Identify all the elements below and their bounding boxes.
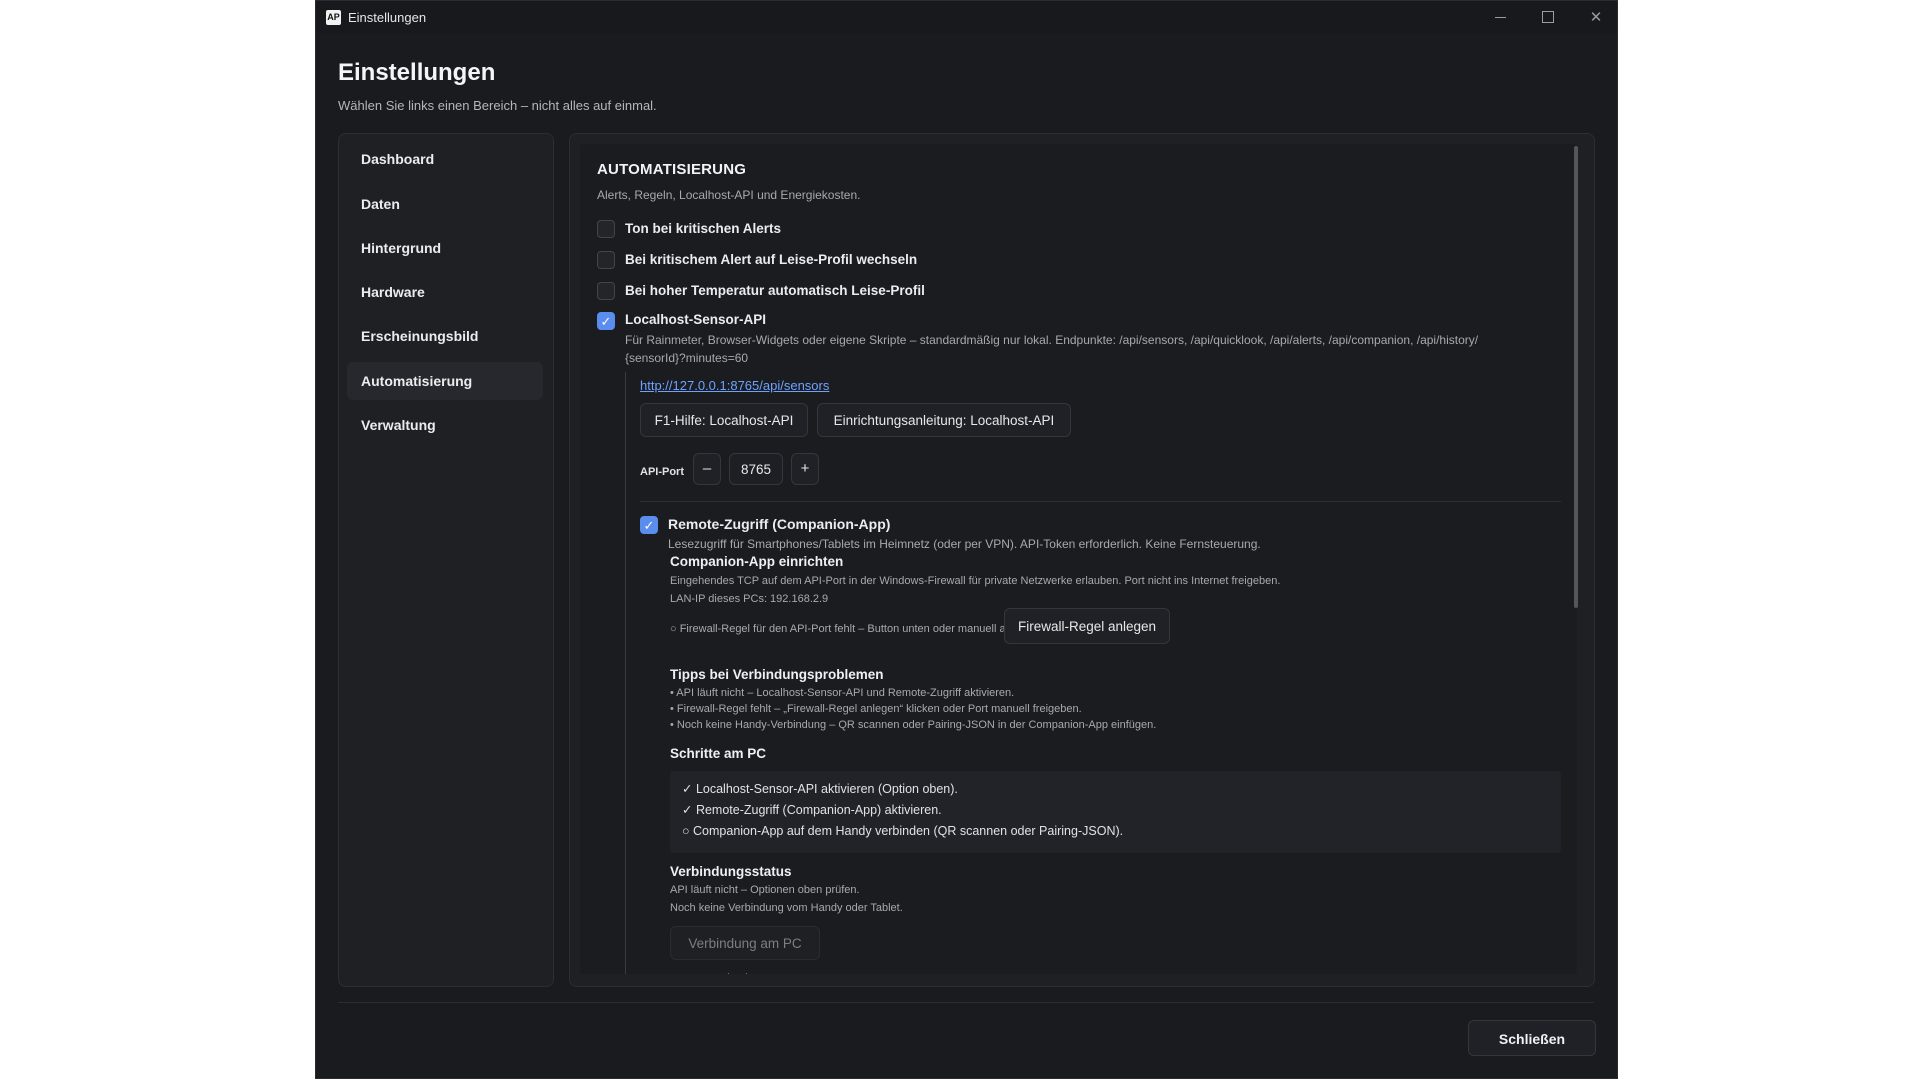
port-value-input[interactable]: 8765 bbox=[729, 453, 783, 485]
scroll-area: AUTOMATISIERUNG Alerts, Regeln, Localhos… bbox=[580, 144, 1577, 974]
title-bar[interactable]: AP Einstellungen ✕ bbox=[316, 1, 1617, 33]
lan-ip-text: LAN-IP dieses PCs: 192.168.2.9 bbox=[670, 593, 829, 605]
maximize-icon bbox=[1542, 11, 1554, 23]
remote-access-checkbox[interactable]: ✓ bbox=[640, 516, 658, 534]
minimize-button[interactable] bbox=[1477, 1, 1523, 33]
app-logo-icon: AP bbox=[326, 10, 341, 25]
window-title: Einstellungen bbox=[348, 10, 427, 25]
section-title: AUTOMATISIERUNG bbox=[597, 161, 747, 178]
sound-alerts-label: Ton bei kritischen Alerts bbox=[625, 221, 782, 236]
api-port-stepper: – 8765 + bbox=[693, 453, 829, 485]
window-close-button[interactable]: ✕ bbox=[1573, 1, 1617, 33]
tip-item: • API läuft nicht – Localhost-Sensor-API… bbox=[670, 687, 1015, 699]
settings-window: AP Einstellungen ✕ Einstellungen Wählen … bbox=[316, 1, 1617, 1078]
quiet-on-alert-checkbox[interactable] bbox=[597, 251, 615, 269]
sidebar-item-automatisierung[interactable]: Automatisierung bbox=[347, 362, 543, 400]
localhost-api-label: Localhost-Sensor-API bbox=[625, 312, 767, 327]
page-subtitle: Wählen Sie links einen Bereich – nicht a… bbox=[338, 98, 657, 113]
api-url-link[interactable]: http://127.0.0.1:8765/api/sensors bbox=[640, 378, 829, 393]
sidebar-item-verwaltung[interactable]: Verwaltung bbox=[347, 406, 543, 444]
quiet-on-alert-label: Bei kritischem Alert auf Leise-Profil we… bbox=[625, 252, 918, 267]
settings-content-panel: AUTOMATISIERUNG Alerts, Regeln, Localhos… bbox=[569, 133, 1595, 987]
test-connection-button[interactable]: Verbindung am PC testen bbox=[670, 926, 820, 974]
page-title: Einstellungen bbox=[338, 59, 496, 86]
sidebar-item-dashboard[interactable]: Dashboard bbox=[347, 140, 543, 178]
maximize-button[interactable] bbox=[1525, 1, 1571, 33]
quiet-on-temp-label: Bei hoher Temperatur automatisch Leise-P… bbox=[625, 283, 925, 298]
checkmark-icon: ✓ bbox=[600, 314, 612, 329]
step-item: ✓ Localhost-Sensor-API aktivieren (Optio… bbox=[682, 782, 958, 796]
footer-divider bbox=[338, 1002, 1594, 1003]
localhost-api-description-line2: {sensorId}?minutes=60 bbox=[625, 351, 749, 365]
sidebar-item-erscheinungsbild[interactable]: Erscheinungsbild bbox=[347, 317, 543, 355]
quiet-on-temp-checkbox[interactable] bbox=[597, 282, 615, 300]
companion-setup-title: Companion-App einrichten bbox=[670, 554, 844, 569]
minimize-icon bbox=[1494, 16, 1506, 18]
localhost-api-checkbox[interactable]: ✓ bbox=[597, 312, 615, 330]
divider bbox=[640, 501, 1561, 502]
close-dialog-button[interactable]: Schließen bbox=[1468, 1020, 1596, 1056]
step-item: ✓ Remote-Zugriff (Companion-App) aktivie… bbox=[682, 803, 942, 817]
api-group-indent-line bbox=[625, 372, 626, 974]
f1-help-button[interactable]: F1-Hilfe: Localhost-API bbox=[640, 403, 808, 437]
create-firewall-rule-button[interactable]: Firewall-Regel anlegen bbox=[1004, 608, 1170, 644]
setup-guide-button[interactable]: Einrichtungsanleitung: Localhost-API bbox=[817, 403, 1071, 437]
port-decrement-button[interactable]: – bbox=[693, 453, 721, 485]
sidebar-item-daten[interactable]: Daten bbox=[347, 185, 543, 223]
port-increment-button[interactable]: + bbox=[791, 453, 819, 485]
tip-item: • Firewall-Regel fehlt – „Firewall-Regel… bbox=[670, 703, 1082, 715]
vertical-scrollbar[interactable] bbox=[1574, 146, 1578, 608]
connection-status-line: API läuft nicht – Optionen oben prüfen. bbox=[670, 884, 860, 896]
steps-title: Schritte am PC bbox=[670, 746, 767, 761]
step-item: ○ Companion-App auf dem Handy verbinden … bbox=[682, 824, 1124, 838]
sidebar-item-hintergrund[interactable]: Hintergrund bbox=[347, 229, 543, 267]
companion-setup-text: Eingehendes TCP auf dem API-Port in der … bbox=[670, 575, 1281, 587]
localhost-api-description-line1: Für Rainmeter, Browser-Widgets oder eige… bbox=[625, 333, 1479, 347]
firewall-status-text: ○ Firewall-Regel für den API-Port fehlt … bbox=[670, 623, 1039, 635]
close-icon: ✕ bbox=[1589, 8, 1603, 26]
checkmark-icon: ✓ bbox=[643, 518, 655, 533]
connection-status-title: Verbindungsstatus bbox=[670, 864, 792, 879]
section-subtitle: Alerts, Regeln, Localhost-API und Energi… bbox=[597, 188, 861, 202]
sound-alerts-checkbox[interactable] bbox=[597, 220, 615, 238]
connection-status-line: Noch keine Verbindung vom Handy oder Tab… bbox=[670, 902, 903, 914]
remote-access-description: Lesezugriff für Smartphones/Tablets im H… bbox=[668, 537, 1261, 551]
sidebar: Dashboard Daten Hintergrund Hardware Ers… bbox=[338, 133, 554, 987]
steps-box: ✓ Localhost-Sensor-API aktivieren (Optio… bbox=[670, 771, 1561, 853]
api-port-label: API-Port bbox=[640, 466, 684, 478]
remote-access-label: Remote-Zugriff (Companion-App) bbox=[668, 516, 891, 532]
tip-item: • Noch keine Handy-Verbindung – QR scann… bbox=[670, 719, 1157, 731]
sidebar-item-hardware[interactable]: Hardware bbox=[347, 273, 543, 311]
tips-title: Tipps bei Verbindungsproblemen bbox=[670, 667, 884, 682]
